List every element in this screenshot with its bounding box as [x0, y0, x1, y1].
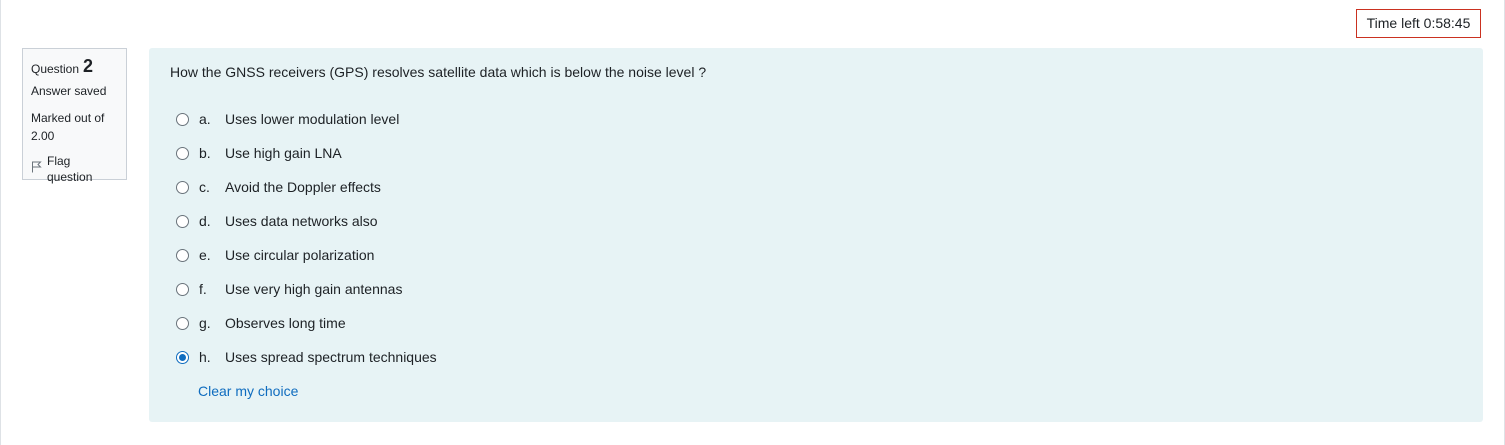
option-text: Observes long time — [225, 315, 346, 331]
flag-question-label: Flag question — [47, 154, 93, 184]
quiz-page: Time left 0:58:45 Question 2 Answer save… — [0, 0, 1505, 445]
radio-button[interactable] — [176, 214, 189, 228]
answer-option-a[interactable]: a. Uses lower modulation level — [176, 102, 437, 136]
option-letter: b. — [199, 145, 211, 161]
question-number-value: 2 — [83, 56, 94, 76]
option-text: Uses lower modulation level — [225, 111, 400, 127]
radio-button[interactable] — [176, 112, 189, 126]
option-text: Uses spread spectrum techniques — [225, 349, 437, 365]
answer-option-d[interactable]: d. Uses data networks also — [176, 204, 437, 238]
answer-option-b[interactable]: b. Use high gain LNA — [176, 136, 437, 170]
option-text: Use circular polarization — [225, 247, 375, 263]
option-letter: c. — [199, 179, 210, 195]
answer-option-e[interactable]: e. Use circular polarization — [176, 238, 437, 272]
option-letter: d. — [199, 213, 211, 229]
option-text: Avoid the Doppler effects — [225, 179, 381, 195]
answer-option-g[interactable]: g. Observes long time — [176, 306, 437, 340]
question-text: How the GNSS receivers (GPS) resolves sa… — [170, 64, 707, 80]
radio-button[interactable] — [176, 180, 189, 194]
option-letter: h. — [199, 349, 211, 365]
option-letter: e. — [199, 247, 211, 263]
question-state: Answer saved — [31, 84, 107, 98]
radio-button[interactable] — [176, 146, 189, 160]
question-number: Question 2 — [31, 56, 118, 79]
grade-line-2: 2.00 — [31, 129, 55, 143]
answer-option-h[interactable]: h. Uses spread spectrum techniques — [176, 340, 437, 374]
question-grade: Marked out of 2.00 — [31, 109, 119, 145]
radio-button[interactable] — [176, 316, 189, 330]
option-text: Use high gain LNA — [225, 145, 342, 161]
clear-my-choice-link[interactable]: Clear my choice — [198, 383, 298, 399]
option-text: Uses data networks also — [225, 213, 378, 229]
question-content: How the GNSS receivers (GPS) resolves sa… — [149, 48, 1483, 422]
option-text: Use very high gain antennas — [225, 281, 403, 297]
question-info-panel: Question 2 Answer saved Marked out of 2.… — [22, 48, 127, 184]
radio-button-selected[interactable] — [176, 350, 189, 364]
radio-button[interactable] — [176, 248, 189, 262]
flag-icon — [31, 161, 47, 177]
answer-options: a. Uses lower modulation level b. Use hi… — [176, 102, 437, 374]
option-letter: f. — [199, 281, 207, 297]
radio-button[interactable] — [176, 282, 189, 296]
answer-option-f[interactable]: f. Use very high gain antennas — [176, 272, 437, 306]
grade-line-1: Marked out of — [31, 111, 105, 125]
question-label: Question — [31, 62, 80, 76]
option-letter: g. — [199, 315, 211, 331]
option-letter: a. — [199, 111, 211, 127]
answer-option-c[interactable]: c. Avoid the Doppler effects — [176, 170, 437, 204]
time-left-timer: Time left 0:58:45 — [1356, 9, 1481, 38]
flag-question-button[interactable]: Flag question — [31, 153, 118, 185]
